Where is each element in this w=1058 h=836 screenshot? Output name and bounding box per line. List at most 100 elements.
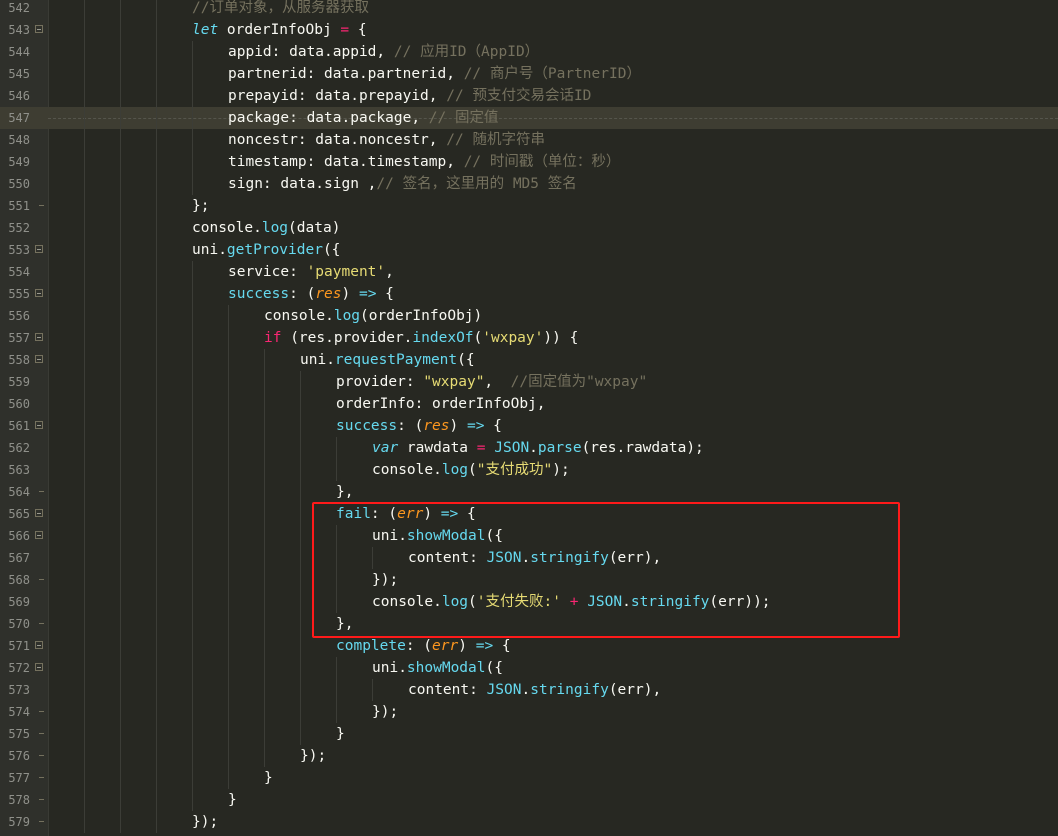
code-line[interactable]: 556 console.log(orderInfoObj) (0, 305, 1058, 327)
code-line[interactable]: 564}, (0, 481, 1058, 503)
code-line[interactable]: 544 appid: data.appid, // 应用ID（AppID） (0, 41, 1058, 63)
indent-guide (336, 679, 338, 701)
code-text[interactable]: provider: "wxpay", //固定值为"wxpay" (336, 371, 647, 393)
fold-toggle-icon[interactable] (35, 531, 43, 539)
indent-guide (156, 569, 158, 591)
fold-toggle-icon[interactable] (35, 289, 43, 297)
code-line[interactable]: 546 prepayid: data.prepayid, // 预支付交易会话ID (0, 85, 1058, 107)
code-editor[interactable]: 542//订单对象，从服务器获取 543 let orderInfoObj = {5… (0, 0, 1058, 836)
code-text[interactable]: timestamp: data.timestamp, // 时间戳（单位：秒） (228, 151, 620, 173)
code-line[interactable]: 575} (0, 723, 1058, 745)
code-line[interactable]: 565 fail: (err) => { (0, 503, 1058, 525)
code-text[interactable]: noncestr: data.noncestr, // 随机字符串 (228, 129, 545, 151)
code-line[interactable]: 549 timestamp: data.timestamp, // 时间戳（单位：… (0, 151, 1058, 173)
code-text[interactable]: uni.showModal({ (372, 525, 503, 547)
code-text[interactable]: prepayid: data.prepayid, // 预支付交易会话ID (228, 85, 591, 107)
code-line[interactable]: 562 var rawdata = JSON.parse(res.rawdata)… (0, 437, 1058, 459)
code-text[interactable]: orderInfo: orderInfoObj, (336, 393, 546, 415)
fold-toggle-icon[interactable] (35, 509, 43, 517)
indent-guide (192, 107, 194, 129)
code-text[interactable]: partnerid: data.partnerid, // 商户号（Partne… (228, 63, 641, 85)
code-text[interactable]: complete: (err) => { (336, 635, 511, 657)
code-line[interactable]: 558 uni.requestPayment({ (0, 349, 1058, 371)
code-line[interactable]: 559 provider: "wxpay", //固定值为"wxpay" (0, 371, 1058, 393)
code-text[interactable]: fail: (err) => { (336, 503, 476, 525)
code-text[interactable]: }, (336, 613, 353, 635)
code-text[interactable]: uni.showModal({ (372, 657, 503, 679)
code-text[interactable]: console.log("支付成功"); (372, 459, 570, 481)
indent-guide (156, 459, 158, 481)
indent-guide (192, 283, 194, 305)
code-text[interactable]: }; (192, 195, 209, 217)
code-line[interactable]: 557 if (res.provider.indexOf('wxpay')) { (0, 327, 1058, 349)
fold-toggle-icon[interactable] (35, 25, 43, 33)
code-text[interactable]: success: (res) => { (228, 283, 394, 305)
code-line[interactable]: 572 uni.showModal({ (0, 657, 1058, 679)
code-text[interactable]: uni.requestPayment({ (300, 349, 475, 371)
code-text[interactable]: success: (res) => { (336, 415, 502, 437)
code-line[interactable]: 579}); (0, 811, 1058, 833)
code-text[interactable]: }); (192, 811, 218, 833)
code-line[interactable]: 560 orderInfo: orderInfoObj, (0, 393, 1058, 415)
fold-toggle-icon[interactable] (35, 333, 43, 341)
code-text[interactable]: content: JSON.stringify(err), (408, 679, 661, 701)
code-text[interactable]: console.log(orderInfoObj) (264, 305, 482, 327)
code-text[interactable]: let orderInfoObj = { (192, 19, 367, 41)
line-number: 543 (8, 23, 30, 37)
code-text[interactable]: uni.getProvider({ (192, 239, 340, 261)
code-lines[interactable]: 542//订单对象，从服务器获取 543 let orderInfoObj = {5… (0, 0, 1058, 833)
code-line[interactable]: 550 sign: data.sign ,// 签名，这里用的 MD5 签名 (0, 173, 1058, 195)
code-text[interactable]: content: JSON.stringify(err), (408, 547, 661, 569)
code-line[interactable]: 578} (0, 789, 1058, 811)
fold-toggle-icon[interactable] (35, 245, 43, 253)
code-line[interactable]: 567 content: JSON.stringify(err), (0, 547, 1058, 569)
code-text[interactable]: } (264, 767, 273, 789)
code-line[interactable]: 542 //订单对象，从服务器获取 (0, 0, 1058, 19)
code-line[interactable]: 570}, (0, 613, 1058, 635)
code-line[interactable]: 573 content: JSON.stringify(err), (0, 679, 1058, 701)
code-line[interactable]: 552 console.log(data) (0, 217, 1058, 239)
fold-toggle-icon[interactable] (35, 355, 43, 363)
fold-toggle-icon[interactable] (35, 663, 43, 671)
code-text[interactable]: console.log('支付失败:' + JSON.stringify(err… (372, 591, 771, 613)
code-text[interactable]: appid: data.appid, // 应用ID（AppID） (228, 41, 539, 63)
code-text[interactable]: service: 'payment', (228, 261, 394, 283)
code-line[interactable]: 577} (0, 767, 1058, 789)
line-number: 576 (8, 749, 30, 763)
code-text[interactable]: //订单对象，从服务器获取 (192, 0, 369, 19)
code-text[interactable]: }); (372, 701, 398, 723)
code-line[interactable]: 563 console.log("支付成功"); (0, 459, 1058, 481)
code-line[interactable]: 545 partnerid: data.partnerid, // 商户号（Par… (0, 63, 1058, 85)
code-line[interactable]: 568}); (0, 569, 1058, 591)
code-line[interactable]: 571 complete: (err) => { (0, 635, 1058, 657)
fold-toggle-icon[interactable] (35, 641, 43, 649)
indent-guide (156, 635, 158, 657)
code-text[interactable]: }, (336, 481, 353, 503)
code-line[interactable]: 553 uni.getProvider({ (0, 239, 1058, 261)
code-line[interactable]: 547 package: data.package, // 固定值 (0, 107, 1058, 129)
code-text[interactable]: } (336, 723, 345, 745)
code-text[interactable]: package: data.package, // 固定值 (228, 107, 499, 129)
code-text[interactable]: sign: data.sign ,// 签名，这里用的 MD5 签名 (228, 173, 577, 195)
code-line[interactable]: 554 service: 'payment', (0, 261, 1058, 283)
code-text[interactable]: } (228, 789, 237, 811)
fold-toggle-icon[interactable] (35, 421, 43, 429)
code-line[interactable]: 576}); (0, 745, 1058, 767)
code-token: JSON (486, 550, 522, 566)
code-text[interactable]: var rawdata = JSON.parse(res.rawdata); (372, 437, 704, 459)
code-text[interactable]: console.log(data) (192, 217, 340, 239)
indent-guide (84, 393, 86, 415)
indent-guide (192, 459, 194, 481)
code-line[interactable]: 543 let orderInfoObj = { (0, 19, 1058, 41)
code-text[interactable]: if (res.provider.indexOf('wxpay')) { (264, 327, 578, 349)
code-token: (err)); (709, 594, 771, 610)
code-line[interactable]: 566 uni.showModal({ (0, 525, 1058, 547)
code-line[interactable]: 548 noncestr: data.noncestr, // 随机字符串 (0, 129, 1058, 151)
code-text[interactable]: }); (300, 745, 326, 767)
code-line[interactable]: 569 console.log('支付失败:' + JSON.stringify(… (0, 591, 1058, 613)
code-text[interactable]: }); (372, 569, 398, 591)
code-line[interactable]: 574}); (0, 701, 1058, 723)
code-line[interactable]: 551}; (0, 195, 1058, 217)
code-line[interactable]: 561 success: (res) => { (0, 415, 1058, 437)
code-line[interactable]: 555 success: (res) => { (0, 283, 1058, 305)
